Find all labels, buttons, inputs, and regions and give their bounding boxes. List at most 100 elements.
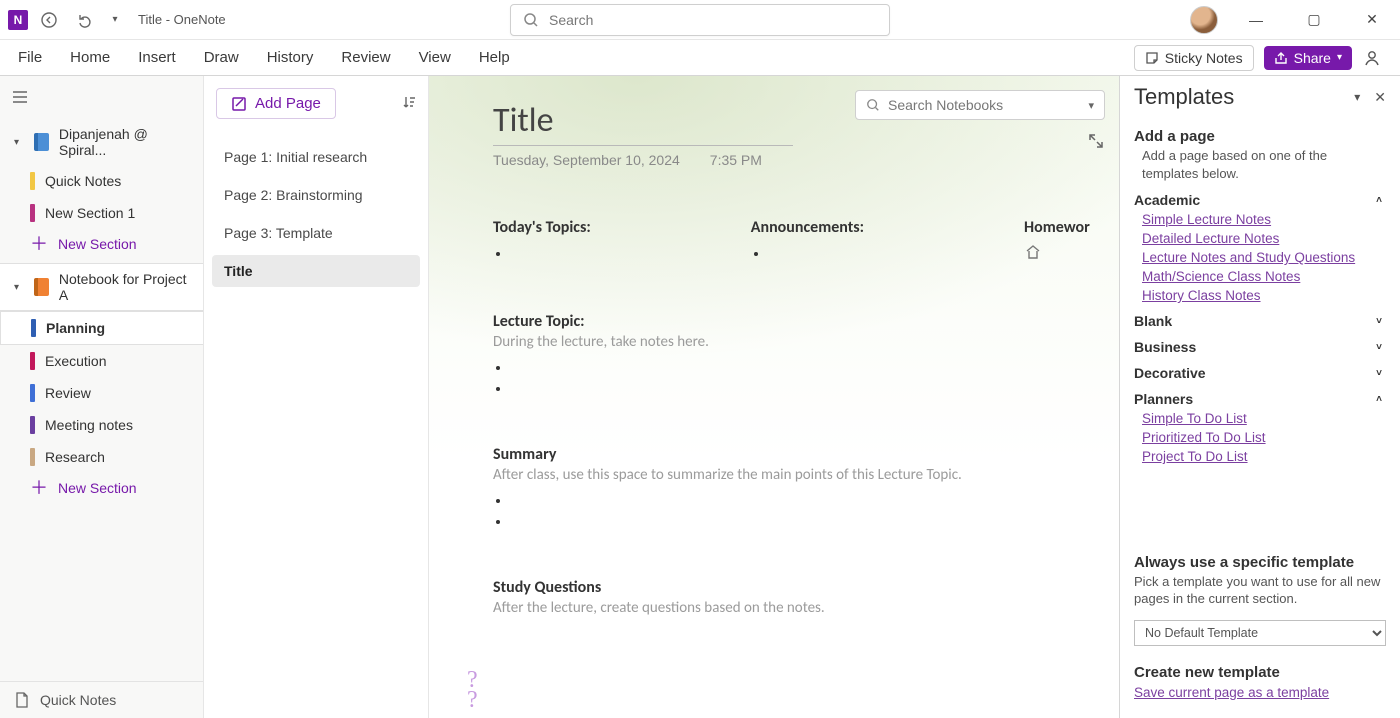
notebook-item-project-a[interactable]: ▾ Notebook for Project A [0, 263, 203, 311]
new-section-button[interactable]: ＋ New Section [0, 229, 203, 259]
section-color-icon [30, 172, 35, 190]
ribbon-tab-view[interactable]: View [419, 49, 451, 66]
ribbon-tab-review[interactable]: Review [341, 49, 390, 66]
sticky-notes-label: Sticky Notes [1165, 50, 1243, 66]
page-item-3[interactable]: Page 3: Template [212, 217, 420, 249]
section-new-section-1[interactable]: New Section 1 [0, 197, 203, 229]
new-section-button-2[interactable]: ＋ New Section [0, 473, 203, 503]
list-item[interactable] [511, 490, 1119, 511]
list-item[interactable] [511, 357, 1119, 378]
section-label: Quick Notes [45, 173, 121, 189]
page-item-1[interactable]: Page 1: Initial research [212, 141, 420, 173]
summary-heading: Summary [493, 445, 1119, 464]
section-color-icon [30, 384, 35, 402]
sidebar-collapse-button[interactable] [0, 84, 203, 113]
new-section-label: New Section [58, 480, 137, 496]
list-item[interactable] [769, 243, 864, 264]
chevron-up-icon: ˄ [1376, 394, 1382, 405]
qat-dropdown[interactable]: ▾ [106, 5, 124, 35]
save-template-link[interactable]: Save current page as a template [1134, 685, 1386, 700]
chevron-down-icon: ˅ [1376, 342, 1382, 353]
list-item[interactable] [511, 243, 591, 264]
section-review[interactable]: Review [0, 377, 203, 409]
add-page-button[interactable]: Add Page [216, 88, 336, 119]
template-category-blank[interactable]: Blank ˅ [1134, 313, 1386, 329]
ribbon-tab-home[interactable]: Home [70, 49, 110, 66]
section-label: Planning [46, 320, 105, 336]
topics-heading: Today's Topics: [493, 218, 591, 237]
add-page-label: Add Page [255, 95, 321, 112]
ribbon-tab-insert[interactable]: Insert [138, 49, 176, 66]
list-item[interactable] [511, 511, 1119, 532]
ribbon-tab-file[interactable]: File [18, 49, 42, 66]
notebook-label: Dipanjenah @ Spiral... [59, 126, 193, 158]
sticky-note-icon [1145, 51, 1159, 65]
template-category-business[interactable]: Business ˅ [1134, 339, 1386, 355]
category-label: Academic [1134, 192, 1200, 208]
note-canvas[interactable]: Search Notebooks ▾ Title Tuesday, Septem… [429, 76, 1120, 718]
template-link[interactable]: Detailed Lecture Notes [1142, 231, 1386, 246]
list-item[interactable] [511, 378, 1119, 399]
templates-title: Templates [1134, 84, 1346, 110]
section-execution[interactable]: Execution [0, 345, 203, 377]
notebook-icon [34, 278, 49, 296]
section-label: New Section 1 [45, 205, 135, 221]
section-color-icon [30, 448, 35, 466]
global-search[interactable]: Search [510, 4, 890, 36]
panel-dropdown-button[interactable]: ▾ [1354, 90, 1360, 104]
template-link[interactable]: Simple To Do List [1142, 411, 1386, 426]
template-category-academic[interactable]: Academic ˄ [1134, 192, 1386, 208]
template-link[interactable]: History Class Notes [1142, 288, 1386, 303]
add-page-description: Add a page based on one of the templates… [1142, 147, 1386, 182]
template-link[interactable]: Lecture Notes and Study Questions [1142, 250, 1386, 265]
minimize-button[interactable]: — [1236, 5, 1276, 35]
ribbon-tab-draw[interactable]: Draw [204, 49, 239, 66]
ribbon-tab-help[interactable]: Help [479, 49, 510, 66]
section-meeting-notes[interactable]: Meeting notes [0, 409, 203, 441]
user-avatar[interactable] [1190, 6, 1218, 34]
account-icon[interactable] [1362, 48, 1382, 68]
template-link[interactable]: Prioritized To Do List [1142, 430, 1386, 445]
template-link[interactable]: Math/Science Class Notes [1142, 269, 1386, 284]
category-label: Blank [1134, 313, 1172, 329]
plus-icon: ＋ [30, 237, 48, 251]
section-research[interactable]: Research [0, 441, 203, 473]
section-quick-notes[interactable]: Quick Notes [0, 165, 203, 197]
note-title[interactable]: Title [493, 100, 793, 146]
chevron-up-icon: ˄ [1376, 195, 1382, 206]
global-search-placeholder: Search [549, 12, 593, 28]
page-item-4[interactable]: Title [212, 255, 420, 287]
section-label: Execution [45, 353, 106, 369]
chevron-down-icon: ▾ [14, 137, 24, 148]
chevron-down-icon: ˅ [1376, 368, 1382, 379]
ribbon: File Home Insert Draw History Review Vie… [0, 40, 1400, 76]
template-category-planners[interactable]: Planners ˄ [1134, 391, 1386, 407]
always-template-heading: Always use a specific template [1134, 554, 1386, 571]
sticky-notes-button[interactable]: Sticky Notes [1134, 45, 1254, 71]
maximize-button[interactable]: ▢ [1294, 5, 1334, 35]
default-template-select[interactable]: No Default Template [1134, 620, 1386, 646]
sort-pages-button[interactable] [402, 95, 416, 112]
share-button[interactable]: Share ▾ [1264, 46, 1352, 70]
note-time: 7:35 PM [710, 152, 762, 168]
quick-notes-footer[interactable]: Quick Notes [0, 681, 203, 718]
section-planning[interactable]: Planning [0, 311, 203, 345]
panel-close-button[interactable]: ✕ [1374, 89, 1386, 106]
section-label: Review [45, 385, 91, 401]
back-button[interactable] [34, 5, 64, 35]
announcements-heading: Announcements: [751, 218, 864, 237]
template-category-decorative[interactable]: Decorative ˅ [1134, 365, 1386, 381]
page-item-2[interactable]: Page 2: Brainstorming [212, 179, 420, 211]
study-subtext: After the lecture, create questions base… [493, 599, 1119, 617]
section-label: Research [45, 449, 105, 465]
section-color-icon [30, 204, 35, 222]
page-icon [14, 692, 30, 708]
template-link[interactable]: Project To Do List [1142, 449, 1386, 464]
undo-button[interactable] [70, 5, 100, 35]
notebook-item-personal[interactable]: ▾ Dipanjenah @ Spiral... [0, 119, 203, 165]
template-link[interactable]: Simple Lecture Notes [1142, 212, 1386, 227]
lecture-heading: Lecture Topic: [493, 312, 1119, 331]
quick-notes-label: Quick Notes [40, 692, 116, 708]
ribbon-tab-history[interactable]: History [267, 49, 314, 66]
close-button[interactable]: ✕ [1352, 5, 1392, 35]
